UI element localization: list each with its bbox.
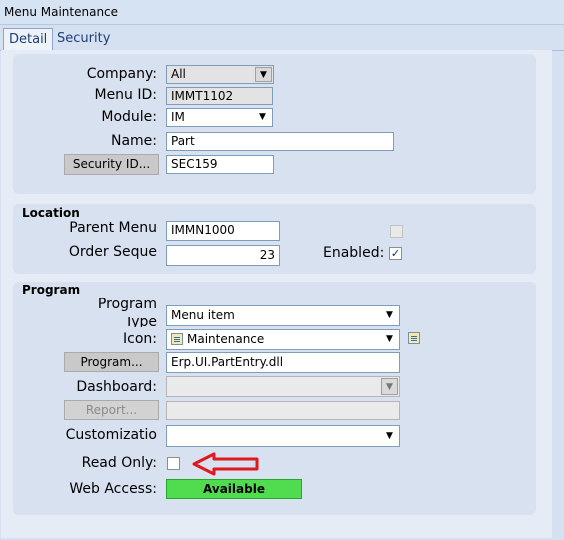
parent-menu-field[interactable]: IMMN1000 (166, 221, 280, 241)
chevron-down-icon: ▼ (381, 378, 398, 395)
report-button: Report... (64, 400, 159, 420)
icon-value: Maintenance (187, 332, 265, 346)
enabled-label: Enabled: (323, 245, 385, 261)
program-type-label-line1: Program (97, 298, 157, 311)
module-value: IM (171, 110, 185, 124)
read-only-checkbox[interactable] (167, 457, 180, 470)
program-field[interactable]: Erp.UI.PartEntry.dll (166, 352, 400, 373)
menu-id-field: IMMT1102 (166, 87, 273, 105)
dashboard-label: Dashboard: (76, 379, 157, 395)
program-title: Program (22, 283, 81, 297)
icon-label: Icon: (123, 331, 157, 347)
location-panel: Location Parent Menu IMMN1000 Order Sequ… (13, 204, 536, 274)
security-id-button[interactable]: Security ID... (64, 154, 159, 175)
program-type-dropdown[interactable]: Menu item ▼ (166, 305, 400, 326)
program-type-label-line2: Type (124, 317, 157, 327)
program-button[interactable]: Program... (64, 352, 159, 372)
order-sequence-field[interactable]: 23 (166, 245, 280, 266)
program-panel: Program Program Type Menu item ▼ Icon: M… (13, 282, 536, 515)
tab-content-area: Company: All ▼ Menu ID: IMMT1102 Module:… (1, 50, 552, 538)
module-dropdown[interactable]: IM ▼ (166, 108, 273, 127)
web-access-label: Web Access: (69, 481, 157, 497)
window-titlebar: Menu Maintenance (0, 0, 564, 25)
icon-preview-icon (408, 332, 420, 344)
red-arrow-icon (192, 452, 259, 476)
chevron-down-icon[interactable]: ▼ (254, 110, 271, 125)
customization-dropdown[interactable]: ▼ (166, 425, 400, 447)
chevron-down-icon[interactable]: ▼ (381, 429, 398, 444)
location-title: Location (22, 206, 80, 220)
module-label: Module: (101, 109, 157, 125)
tab-detail[interactable]: Detail (3, 28, 54, 50)
company-value: All (171, 67, 186, 81)
enabled-checkbox[interactable]: ✓ (389, 247, 402, 260)
company-dropdown[interactable]: All ▼ (166, 65, 274, 84)
maintenance-icon (171, 333, 183, 345)
tab-strip: Detail Security (0, 26, 564, 51)
name-label: Name: (110, 133, 157, 149)
window-title: Menu Maintenance (4, 5, 119, 19)
company-label: Company: (86, 66, 157, 82)
order-sequence-label: Order Seque (68, 244, 157, 260)
name-field[interactable]: Part (166, 132, 394, 151)
chevron-down-icon[interactable]: ▼ (381, 308, 398, 323)
report-field (166, 401, 400, 420)
program-type-value: Menu item (171, 308, 235, 322)
read-only-label: Read Only: (81, 455, 157, 471)
parent-menu-checkbox (390, 225, 403, 238)
chevron-down-icon[interactable]: ▼ (381, 332, 398, 347)
security-id-field[interactable]: SEC159 (166, 155, 274, 174)
customization-label: Customizatio (65, 427, 157, 443)
menu-id-label: Menu ID: (94, 87, 157, 103)
detail-panel: Company: All ▼ Menu ID: IMMT1102 Module:… (13, 54, 536, 194)
web-access-status-badge: Available (166, 479, 302, 499)
dashboard-dropdown: ▼ (166, 376, 400, 397)
parent-menu-label: Parent Menu (69, 220, 157, 236)
tab-security[interactable]: Security (52, 28, 115, 49)
icon-dropdown[interactable]: Maintenance ▼ (166, 329, 400, 350)
chevron-down-icon[interactable]: ▼ (255, 67, 272, 82)
